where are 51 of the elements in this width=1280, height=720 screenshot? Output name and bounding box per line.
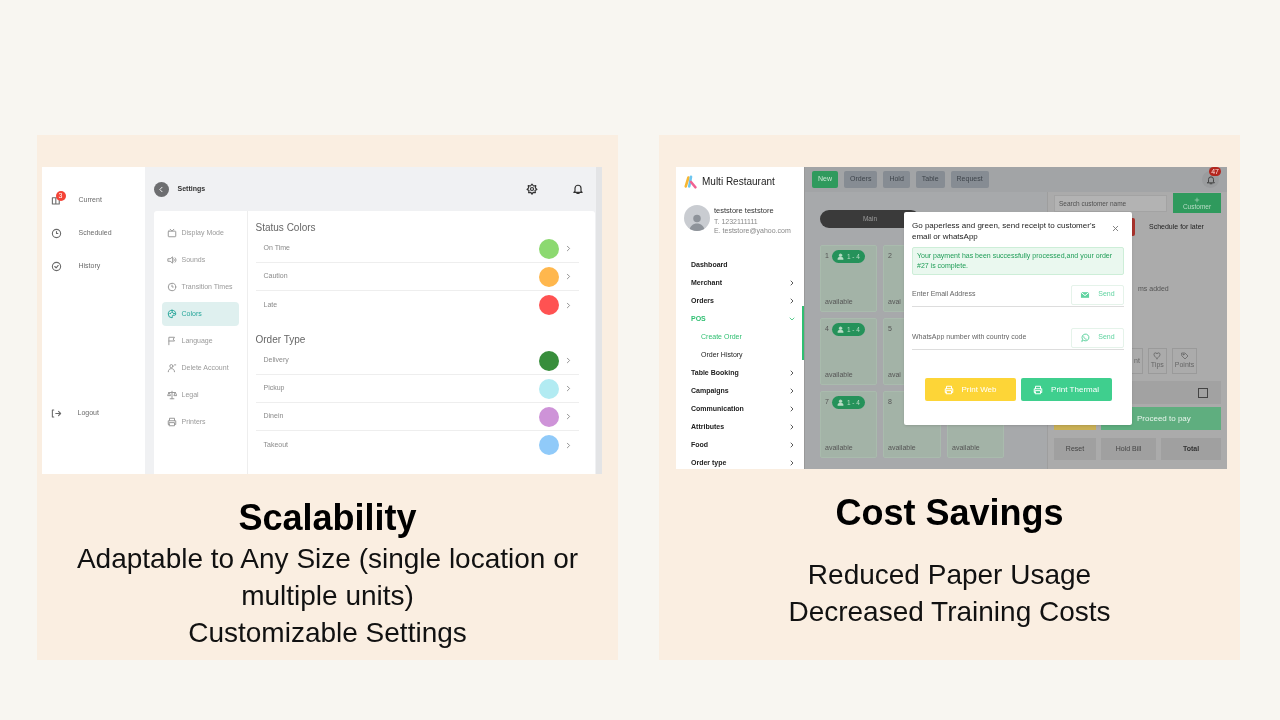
palette-icon [166, 309, 177, 319]
section-heading: Status Colors [255, 221, 317, 235]
scale-icon [166, 390, 177, 400]
person-icon [836, 399, 844, 406]
logout-icon [50, 407, 62, 419]
print-button[interactable]: Print Thermal [1020, 378, 1112, 401]
chevron-right-icon [788, 369, 796, 377]
chevron-right-icon [788, 297, 796, 305]
heart-icon [1153, 351, 1162, 360]
chevron-right-icon [788, 387, 796, 395]
checkbox[interactable] [1198, 387, 1208, 398]
scroll-indicator [802, 306, 804, 360]
gear-icon [525, 183, 538, 195]
person-icon [836, 253, 844, 260]
printer-icon [166, 417, 177, 427]
book-icon [50, 195, 62, 206]
chevron-right-icon [788, 423, 796, 431]
person-icon [166, 363, 177, 373]
close-icon [1111, 224, 1120, 233]
clock-icon [50, 228, 62, 239]
chevron-right-icon [788, 459, 796, 467]
plus-icon [1194, 196, 1200, 203]
brand-name: Multi Restaurant [702, 175, 775, 189]
whatsapp-icon [1080, 332, 1091, 343]
printer-icon [1033, 384, 1044, 395]
tv-icon [166, 228, 177, 238]
close-button[interactable] [1111, 224, 1120, 233]
check-circle-icon [50, 261, 62, 272]
feature-text: Customizable Settings [187, 616, 468, 650]
feature-title: Cost Savings [835, 491, 1064, 535]
chevron-right-icon [788, 405, 796, 413]
back-icon [156, 184, 166, 194]
tag-icon [1180, 351, 1189, 360]
printer-icon [943, 384, 954, 395]
chevron-down-icon [788, 315, 796, 323]
person-icon [836, 326, 844, 333]
feature-text: Reduced Paper Usage [806, 557, 1093, 592]
back-button[interactable] [153, 181, 169, 197]
logo-icon [684, 174, 698, 189]
feature-text: Decreased Training Costs [788, 594, 1111, 629]
mail-icon [1080, 289, 1091, 300]
bell-icon [1205, 174, 1216, 185]
section-heading: Order Type [255, 333, 307, 347]
speaker-icon [166, 255, 177, 265]
feature-text: Adaptable to Any Size (single location or multiple units) [75, 542, 580, 613]
clock-icon [166, 282, 177, 292]
feature-title: Scalability [238, 496, 417, 540]
chevron-right-icon [788, 279, 796, 287]
flag-icon [166, 336, 177, 346]
bell-icon [571, 183, 584, 195]
chevron-right-icon [788, 441, 796, 449]
